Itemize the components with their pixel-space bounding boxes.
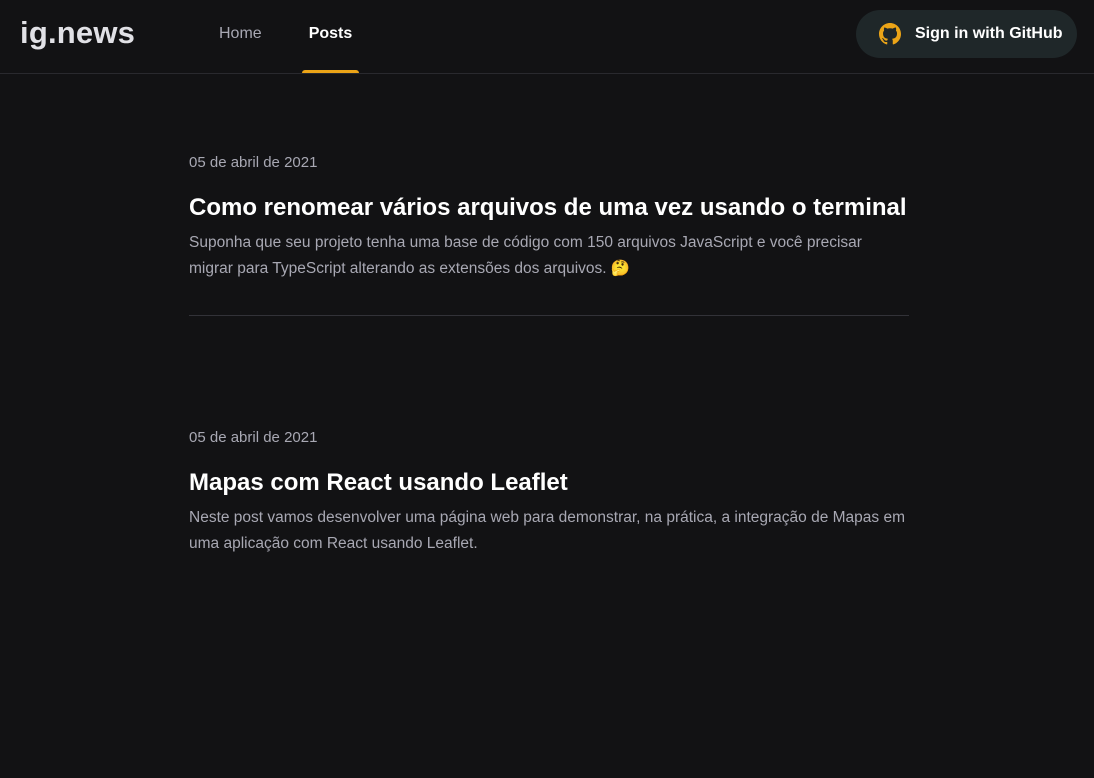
post-link[interactable]: 05 de abril de 2021 Mapas com React usan… (189, 429, 909, 557)
nav-posts-link[interactable]: Posts (302, 0, 359, 73)
nav-home-link[interactable]: Home (219, 0, 262, 73)
header: ig.news Home Posts Sign in with GitHub (0, 0, 1094, 74)
post-divider (189, 315, 909, 316)
post-date: 05 de abril de 2021 (189, 429, 318, 446)
post-item: 05 de abril de 2021 Mapas com React usan… (189, 349, 909, 557)
post-title: Como renomear vários arquivos de uma vez… (189, 194, 907, 221)
post-item: 05 de abril de 2021 Como renomear vários… (189, 74, 909, 282)
sign-in-label: Sign in with GitHub (915, 25, 1063, 42)
posts-list: 05 de abril de 2021 Como renomear vários… (189, 74, 909, 557)
post-date: 05 de abril de 2021 (189, 154, 318, 171)
post-excerpt: Suponha que seu projeto tenha uma base d… (189, 234, 862, 277)
post-excerpt: Neste post vamos desenvolver uma página … (189, 509, 905, 552)
post-link[interactable]: 05 de abril de 2021 Como renomear vários… (189, 154, 909, 282)
sign-in-github-button[interactable]: Sign in with GitHub (856, 10, 1077, 58)
logo: ig.news (20, 15, 136, 50)
post-title: Mapas com React usando Leaflet (189, 469, 568, 496)
github-icon (879, 23, 901, 45)
